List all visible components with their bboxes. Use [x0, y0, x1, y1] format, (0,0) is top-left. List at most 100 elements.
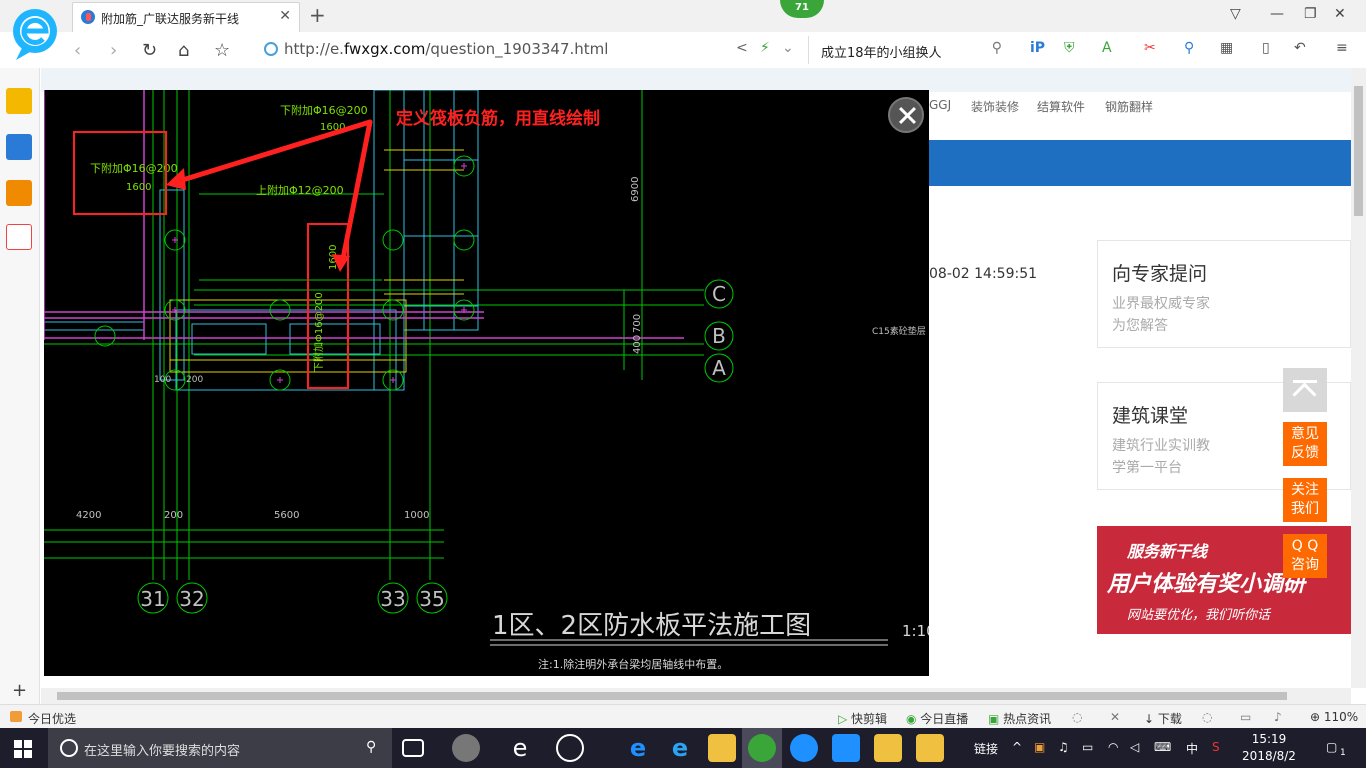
task-view-icon[interactable] [402, 739, 424, 757]
volume-icon[interactable]: ◁ [1130, 740, 1139, 754]
windows-start-icon[interactable] [14, 740, 32, 758]
lightbox-close-button[interactable] [888, 97, 924, 133]
axis-label-33: 33 [380, 587, 405, 611]
weibo-icon[interactable] [6, 180, 32, 206]
feedback-button[interactable]: 意见 反馈 [1283, 422, 1327, 466]
undo-icon[interactable]: ↶ [1294, 40, 1306, 56]
dimension-400: 400 [632, 335, 643, 354]
keyboard-icon[interactable]: ⌨ [1154, 740, 1171, 754]
page-blue-bar [929, 140, 1351, 186]
dimension-200: 200 [186, 375, 203, 385]
g-app-icon[interactable] [790, 734, 818, 762]
menu-item-decoration[interactable]: 装饰装修 [971, 98, 1019, 115]
tab-favicon-icon [81, 10, 95, 24]
search-box[interactable]: 成立18年的小组换人 ⚲ [808, 36, 1010, 64]
battery-icon[interactable]: ▭ [1082, 740, 1093, 754]
plus-app-icon[interactable] [832, 734, 860, 762]
status-tool-icon[interactable]: ✕ [1110, 710, 1120, 724]
tray-app-icon[interactable]: ▣ [1034, 740, 1045, 754]
browser-swirl-icon[interactable] [556, 734, 584, 762]
drawing-title: 1区、2区防水板平法施工图 [492, 611, 811, 641]
vertical-scrollbar[interactable] [1351, 68, 1366, 688]
tab-close-icon[interactable]: ✕ [279, 8, 291, 24]
notification-center-icon[interactable]: ▢ [1326, 740, 1337, 754]
tray-expand-icon[interactable]: ^ [1012, 740, 1022, 754]
back-to-top-button[interactable] [1283, 368, 1327, 412]
zoom-level[interactable]: ⊕ 110% [1310, 710, 1358, 724]
chevron-down-icon[interactable]: ⌄ [782, 40, 794, 56]
dimension-bottom: 4200 [76, 510, 101, 521]
scrollbar-thumb[interactable] [1354, 86, 1363, 216]
edge-icon[interactable]: e [624, 734, 652, 762]
shield-icon[interactable]: ⛨ [1064, 40, 1075, 56]
status-quick-edit[interactable]: ▷ 快剪辑 [838, 710, 887, 727]
menu-item-ggj[interactable]: GGJ [929, 98, 951, 112]
refresh-icon[interactable]: ↻ [142, 40, 157, 61]
site-info-icon[interactable] [264, 42, 278, 56]
wifi-icon[interactable]: ◠ [1108, 740, 1118, 754]
home-icon[interactable]: ⌂ [178, 40, 189, 61]
microphone-icon[interactable]: ⚲ [366, 739, 376, 755]
gift-icon [10, 711, 22, 722]
share-icon[interactable]: < [736, 40, 748, 56]
back-icon[interactable]: ‹ [74, 40, 81, 61]
taskbar-search[interactable]: 在这里输入你要搜索的内容 ⚲ [48, 728, 392, 768]
browser-sidebar [0, 68, 40, 704]
favorites-star-icon[interactable] [6, 88, 32, 114]
follow-us-button[interactable]: 关注 我们 [1283, 478, 1327, 522]
status-live[interactable]: ◉ 今日直播 [906, 710, 968, 727]
today-picks-link[interactable]: 今日优选 [28, 710, 76, 727]
menu-item-settlement[interactable]: 结算软件 [1037, 98, 1085, 115]
translate-icon[interactable]: A [1102, 40, 1112, 56]
help-app-icon[interactable] [916, 734, 944, 762]
menu-icon[interactable]: ≡ [1336, 40, 1348, 56]
banner-brand: 服务新干线 [1127, 542, 1208, 561]
horizontal-scrollbar[interactable] [41, 688, 1351, 704]
search-query-text[interactable]: 成立18年的小组换人 [821, 42, 942, 61]
ie-icon[interactable]: e [666, 734, 694, 762]
sogou-ime-icon[interactable]: S [1212, 740, 1220, 754]
sidebar-add-button[interactable]: + [12, 680, 27, 701]
qq-consult-button[interactable]: Q Q 咨询 [1283, 534, 1327, 578]
forward-icon[interactable]: › [110, 40, 117, 61]
apps-grid-icon[interactable]: ▦ [1220, 40, 1233, 56]
ip-extension-icon[interactable]: iP [1030, 40, 1045, 56]
url-text[interactable]: http://e.fwxgx.com/question_1903347.html [284, 40, 608, 58]
fan-app-icon[interactable] [452, 734, 480, 762]
taskbar-clock[interactable]: 15:19 2018/8/2 [1234, 731, 1304, 765]
mail-icon[interactable] [6, 224, 32, 250]
tray-bell-icon[interactable]: ♫ [1058, 740, 1069, 754]
favorite-star-icon[interactable]: ☆ [214, 40, 230, 61]
status-clean-icon[interactable]: ◌ [1072, 710, 1082, 724]
tablet-icon[interactable]: ▯ [1262, 40, 1270, 56]
status-window-icon[interactable]: ▭ [1240, 710, 1251, 724]
minimize-button[interactable]: — [1270, 6, 1284, 22]
ask-expert-card[interactable]: 向专家提问 业界最权威专家 为您解答 [1097, 240, 1351, 348]
edge-e-icon[interactable]: e [506, 734, 534, 762]
address-bar[interactable]: http://e.fwxgx.com/question_1903347.html [262, 38, 802, 62]
speed-mode-icon[interactable]: ⚡ [760, 40, 770, 56]
ime-indicator[interactable]: 中 [1186, 740, 1198, 757]
active-browser-app[interactable] [742, 728, 782, 768]
new-tab-button[interactable]: + [309, 3, 326, 27]
browser-logo-icon[interactable] [10, 6, 60, 62]
status-speed-icon[interactable]: ◌ [1202, 710, 1212, 724]
status-download[interactable]: ↓ 下载 [1144, 710, 1182, 727]
search-icon[interactable]: ⚲ [992, 40, 1002, 56]
status-sound-icon[interactable]: ♪ [1274, 710, 1282, 724]
notepad-app-icon[interactable] [874, 734, 902, 762]
shirt-skin-icon[interactable]: ▽ [1230, 6, 1241, 22]
file-explorer-icon[interactable] [708, 734, 736, 762]
tray-link-label[interactable]: 链接 [974, 740, 998, 757]
windows-taskbar: 在这里输入你要搜索的内容 ⚲ e e e 链接 ^ ▣ ♫ ▭ ◠ ◁ ⌨ 中 … [0, 728, 1366, 768]
reading-list-icon[interactable] [6, 134, 32, 160]
status-news[interactable]: ▣ 热点资讯 [988, 710, 1051, 727]
scrollbar-thumb[interactable] [57, 692, 1287, 700]
close-window-button[interactable]: ✕ [1334, 6, 1346, 22]
browser-tab[interactable]: 附加筋_广联达服务新干线 ✕ [72, 2, 300, 32]
magnifier-icon[interactable]: ⚲ [1184, 40, 1194, 56]
play-icon: ▷ [838, 712, 852, 726]
menu-item-rebar[interactable]: 钢筋翻样 [1105, 98, 1153, 115]
scissors-icon[interactable]: ✂ [1144, 40, 1156, 56]
restore-button[interactable]: ❐ [1304, 6, 1317, 22]
